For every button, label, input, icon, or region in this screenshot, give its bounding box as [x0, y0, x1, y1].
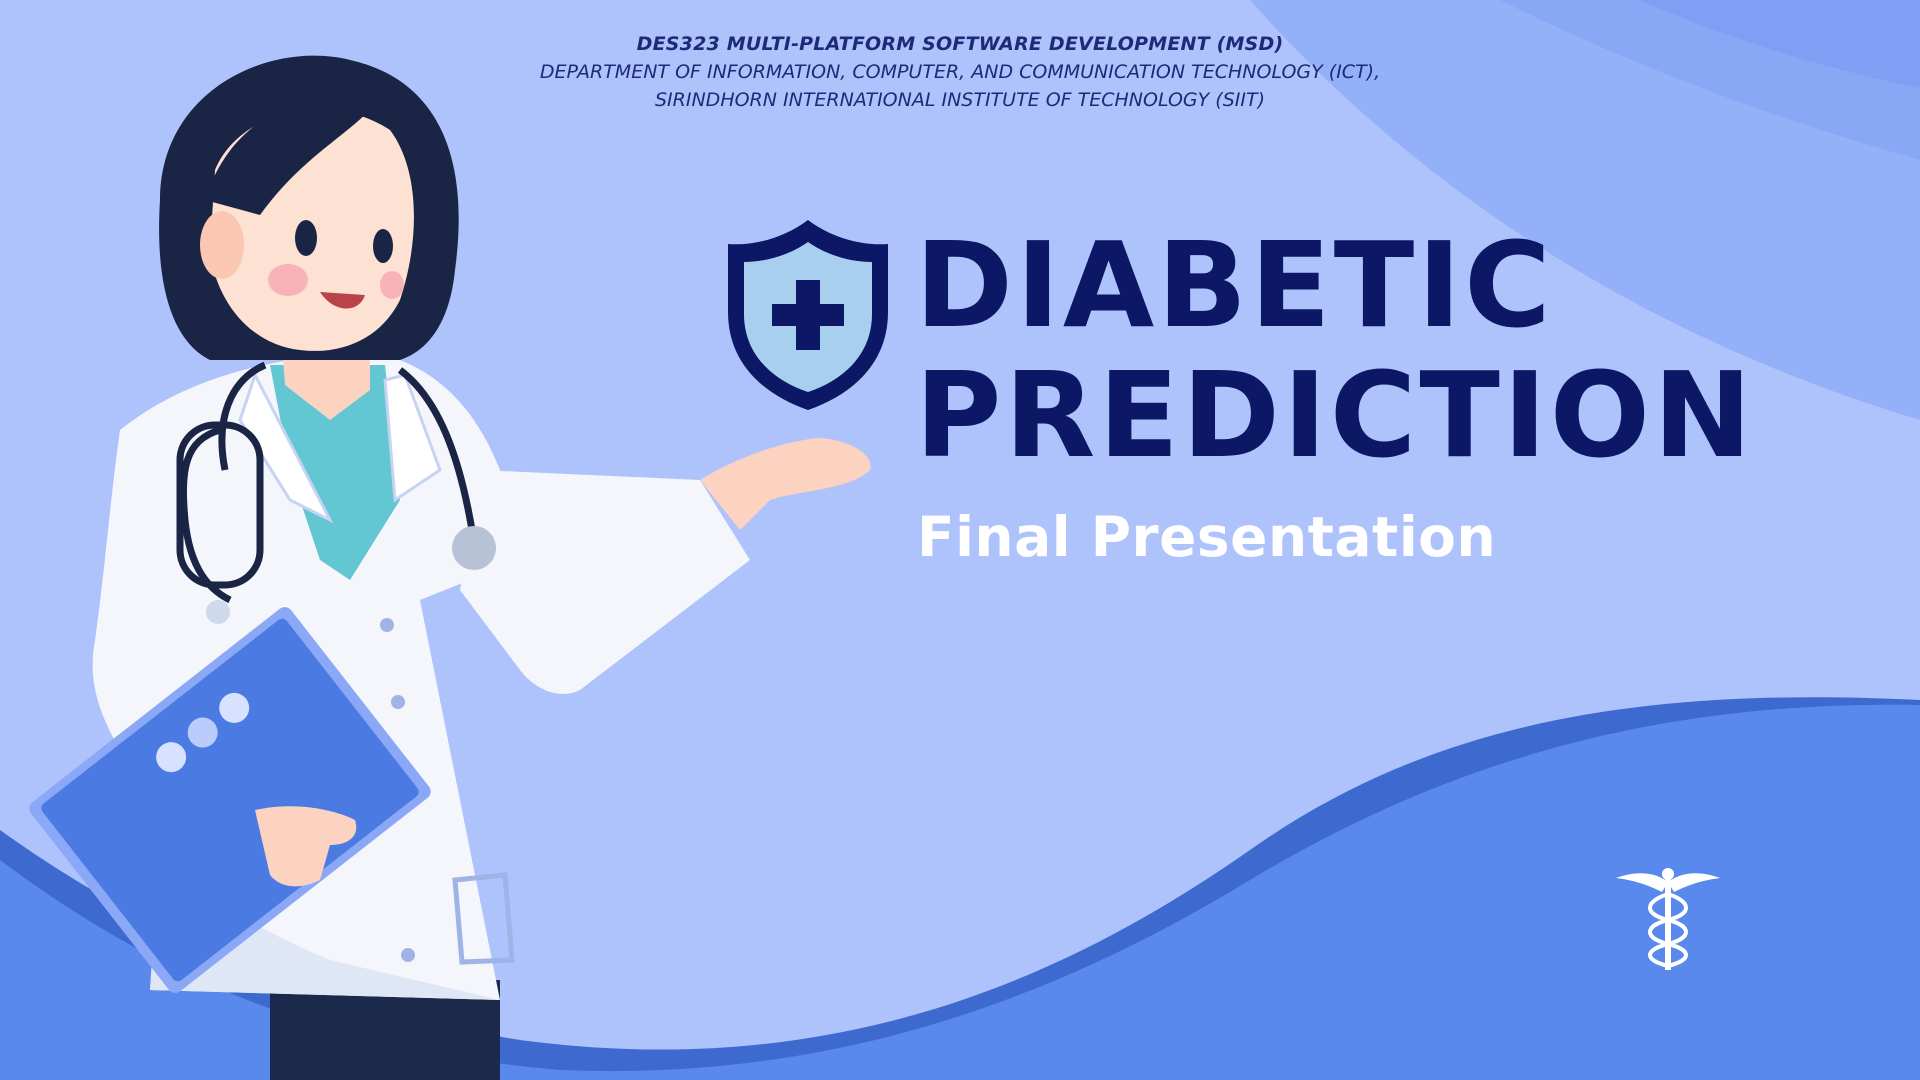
department-name: DEPARTMENT OF INFORMATION, COMPUTER, AND… [539, 61, 1381, 83]
doctor-arm [460, 470, 750, 694]
subtitle: Final Presentation [917, 505, 1497, 569]
coat-button [380, 618, 394, 632]
doctor-eye-left [295, 220, 317, 256]
doctor-eye-right [373, 229, 393, 263]
doctor-cheek-right [380, 271, 404, 299]
stethoscope-tube-end [206, 600, 230, 624]
stethoscope-chestpiece [452, 526, 496, 570]
coat-button [401, 948, 415, 962]
shield-plus-icon [728, 220, 888, 410]
doctor-cheek-left [268, 264, 308, 296]
header-block: DES323 MULTI-PLATFORM SOFTWARE DEVELOPME… [430, 30, 1490, 114]
course-title: DES323 MULTI-PLATFORM SOFTWARE DEVELOPME… [636, 33, 1284, 55]
title-slide: DES323 MULTI-PLATFORM SOFTWARE DEVELOPME… [0, 0, 1920, 1080]
doctor-illustration [29, 55, 871, 1080]
institute-name: SIRINDHORN INTERNATIONAL INSTITUTE OF TE… [655, 89, 1265, 111]
title-line-1: DIABETIC [915, 216, 1554, 354]
title-line-2: PREDICTION [915, 346, 1755, 484]
caduceus-icon [1616, 868, 1720, 970]
doctor-ear [200, 211, 244, 279]
coat-button [391, 695, 405, 709]
doctor-hand [700, 438, 871, 530]
